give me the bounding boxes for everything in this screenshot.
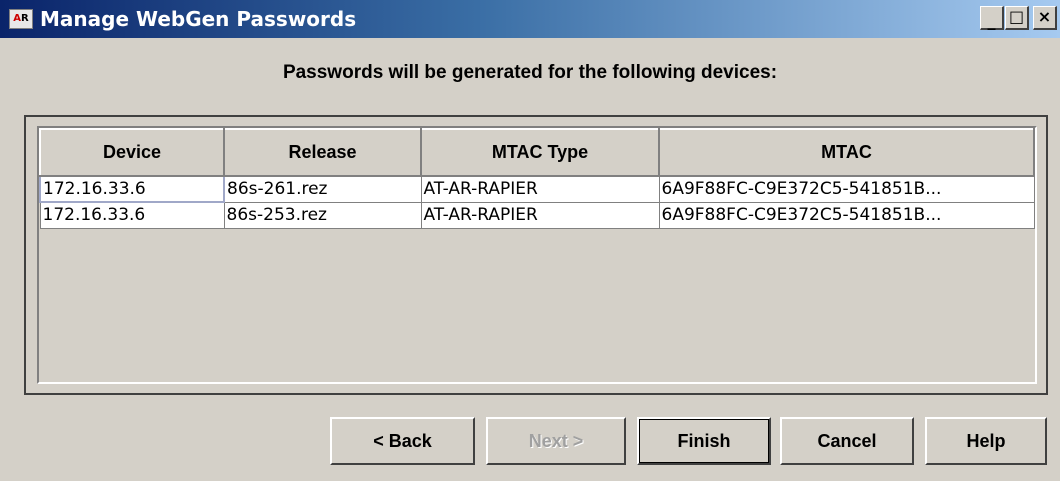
table-row[interactable]: 172.16.33.6 86s-261.rez AT-AR-RAPIER 6A9…: [39, 175, 1035, 203]
title-bar[interactable]: AR Manage WebGen Passwords _ □ ×: [0, 0, 1060, 38]
minimize-icon: _: [987, 11, 996, 30]
finish-button[interactable]: Finish: [637, 417, 771, 465]
cell-mtac-type[interactable]: AT-AR-RAPIER: [420, 201, 660, 229]
cell-release[interactable]: 86s-253.rez: [223, 201, 422, 229]
cell-mtac-type[interactable]: AT-AR-RAPIER: [420, 175, 660, 203]
devices-table: Device Release MTAC Type MTAC 172.16.33.…: [39, 128, 1035, 229]
cell-device[interactable]: 172.16.33.6: [39, 201, 225, 229]
manage-webgen-passwords-dialog: AR Manage WebGen Passwords _ □ × Passwor…: [0, 0, 1060, 481]
cell-mtac[interactable]: 6A9F88FC-C9E372C5-541851B...: [658, 201, 1035, 229]
maximize-button[interactable]: □: [1005, 6, 1029, 30]
maximize-icon: □: [1008, 7, 1025, 26]
cell-device[interactable]: 172.16.33.6: [39, 175, 225, 203]
cancel-button[interactable]: Cancel: [780, 417, 914, 465]
window-title: Manage WebGen Passwords: [40, 7, 357, 31]
instruction-heading: Passwords will be generated for the foll…: [282, 62, 778, 83]
column-header-mtac-type[interactable]: MTAC Type: [420, 128, 660, 177]
table-row[interactable]: 172.16.33.6 86s-253.rez AT-AR-RAPIER 6A9…: [39, 201, 1035, 229]
close-icon: ×: [1037, 7, 1052, 26]
column-header-release[interactable]: Release: [223, 128, 422, 177]
next-button[interactable]: Next >: [486, 417, 626, 465]
minimize-button[interactable]: _: [980, 6, 1004, 30]
table-header-row: Device Release MTAC Type MTAC: [39, 128, 1035, 177]
help-button[interactable]: Help: [925, 417, 1047, 465]
app-logo-icon[interactable]: AR: [9, 9, 33, 29]
column-header-device[interactable]: Device: [39, 128, 225, 177]
column-header-mtac[interactable]: MTAC: [658, 128, 1035, 177]
cell-release[interactable]: 86s-261.rez: [223, 175, 422, 203]
close-button[interactable]: ×: [1033, 6, 1057, 30]
cell-mtac[interactable]: 6A9F88FC-C9E372C5-541851B...: [658, 175, 1035, 203]
devices-table-scrollpane[interactable]: Device Release MTAC Type MTAC 172.16.33.…: [37, 126, 1037, 384]
back-button[interactable]: < Back: [330, 417, 475, 465]
